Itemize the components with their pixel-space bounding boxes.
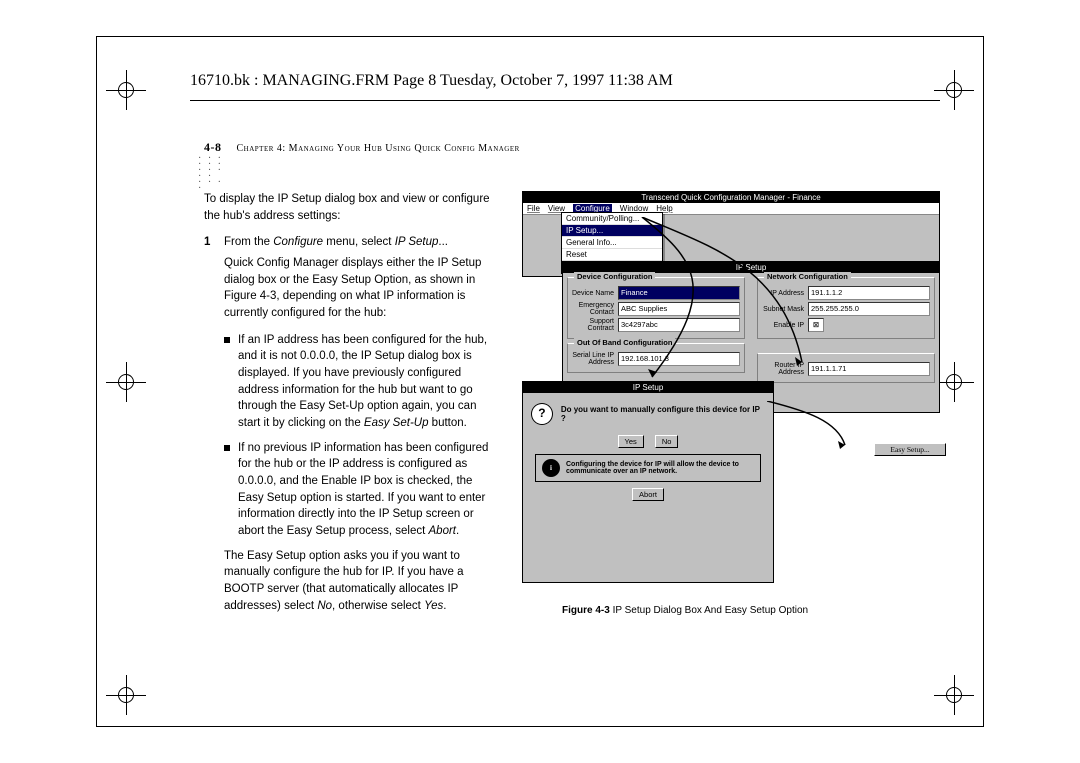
crop-mark — [934, 70, 974, 110]
device-config-group: Device Configuration Device NameFinance … — [567, 277, 745, 339]
crop-mark — [106, 70, 146, 110]
enable-ip-checkbox[interactable]: ⊠ — [808, 318, 824, 332]
abort-button[interactable]: Abort — [632, 488, 664, 501]
abort-row: Abort — [523, 488, 773, 501]
figure-number: Figure 4-3 — [562, 605, 610, 616]
group-title: Out Of Band Configuration — [574, 338, 675, 347]
square-bullet-icon — [224, 445, 230, 451]
paragraph: Quick Config Manager displays either the… — [224, 255, 494, 322]
crop-mark — [934, 675, 974, 715]
device-name-field[interactable]: Finance — [618, 286, 740, 300]
ip-setup-prompt-titlebar: IP Setup — [523, 382, 773, 393]
network-config-group: Network Configuration IP Address191.1.1.… — [757, 277, 935, 339]
emergency-contact-label: Emergency Contact — [572, 302, 614, 316]
serial-ip-label: Serial Line IP Address — [572, 352, 614, 366]
bullet-text: If an IP address has been configured for… — [238, 332, 494, 432]
router-ip-field[interactable]: 191.1.1.71 — [808, 362, 930, 376]
square-bullet-icon — [224, 337, 230, 343]
step-number: 1 — [204, 234, 216, 251]
device-name-label: Device Name — [572, 290, 614, 297]
bullet-text: If no previous IP information has been c… — [238, 440, 494, 540]
crop-mark — [106, 675, 146, 715]
figure-caption-text: IP Setup Dialog Box And Easy Setup Optio… — [610, 605, 808, 616]
main-titlebar: Transcend Quick Configuration Manager - … — [523, 192, 939, 203]
subnet-mask-label: Subnet Mask — [762, 306, 804, 313]
serial-ip-field[interactable]: 192.168.101.3 — [618, 352, 740, 366]
bullet-item: If no previous IP information has been c… — [224, 440, 494, 540]
dotted-ornament: · · · · · ·· · · · ·· · · · — [198, 156, 232, 192]
intro-paragraph: To display the IP Setup dialog box and v… — [204, 191, 494, 224]
emergency-contact-field[interactable]: ABC Supplies — [618, 302, 740, 316]
step-text: From the Configure menu, select IP Setup… — [224, 234, 494, 251]
ip-address-label: IP Address — [762, 290, 804, 297]
header-stamp: 16710.bk : MANAGING.FRM Page 8 Tuesday, … — [190, 72, 673, 90]
oob-config-group: Out Of Band Configuration Serial Line IP… — [567, 343, 745, 373]
crop-mark — [934, 362, 974, 402]
yes-button[interactable]: Yes — [618, 435, 644, 448]
router-group: Router IP Address 191.1.1.71 — [757, 353, 935, 383]
yes-no-row: Yes No — [523, 435, 773, 448]
enable-ip-label: Enable IP — [762, 322, 804, 329]
subnet-mask-field[interactable]: 255.255.255.0 — [808, 302, 930, 316]
menu-file[interactable]: File — [527, 204, 540, 213]
prompt-question-row: ? Do you want to manually configure this… — [531, 403, 765, 425]
header-rule — [190, 100, 940, 101]
support-contract-field[interactable]: 3c4297abc — [618, 318, 740, 332]
easy-setup-button[interactable]: Easy Setup... — [874, 443, 946, 456]
prompt-question-text: Do you want to manually configure this d… — [561, 405, 765, 423]
question-icon: ? — [531, 403, 553, 425]
info-icon: i — [542, 459, 560, 477]
figure-column: Transcend Quick Configuration Manager - … — [522, 191, 940, 624]
easy-setup-button-area: Easy Setup... — [874, 439, 940, 459]
running-header: 4-8 Chapter 4: Managing Your Hub Using Q… — [204, 140, 940, 155]
page-number: 4-8 — [204, 140, 222, 154]
group-title: Network Configuration — [764, 272, 851, 281]
support-contract-label: Support Contract — [572, 318, 614, 332]
figure-caption: Figure 4-3 IP Setup Dialog Box And Easy … — [562, 605, 808, 616]
chapter-title: Chapter 4: Managing Your Hub Using Quick… — [237, 143, 520, 154]
no-button[interactable]: No — [655, 435, 679, 448]
info-note-text: Configuring the device for IP will allow… — [566, 461, 754, 475]
menu-item-reset[interactable]: Reset — [562, 249, 662, 261]
body-text-column: To display the IP Setup dialog box and v… — [204, 191, 494, 624]
menu-item-general-info[interactable]: General Info... — [562, 237, 662, 249]
menu-item-community[interactable]: Community/Polling... — [562, 213, 662, 225]
router-ip-label: Router IP Address — [762, 362, 804, 376]
info-note: i Configuring the device for IP will all… — [535, 454, 761, 482]
content-area: 4-8 Chapter 4: Managing Your Hub Using Q… — [204, 140, 940, 624]
group-title: Device Configuration — [574, 272, 655, 281]
paragraph: The Easy Setup option asks you if you wa… — [224, 548, 494, 615]
ip-setup-prompt-window: IP Setup ? Do you want to manually confi… — [522, 381, 774, 583]
ip-address-field[interactable]: 191.1.1.2 — [808, 286, 930, 300]
step-1: 1 From the Configure menu, select IP Set… — [204, 234, 494, 251]
bullet-item: If an IP address has been configured for… — [224, 332, 494, 432]
menu-item-ip-setup[interactable]: IP Setup... — [562, 225, 662, 237]
crop-mark — [106, 362, 146, 402]
